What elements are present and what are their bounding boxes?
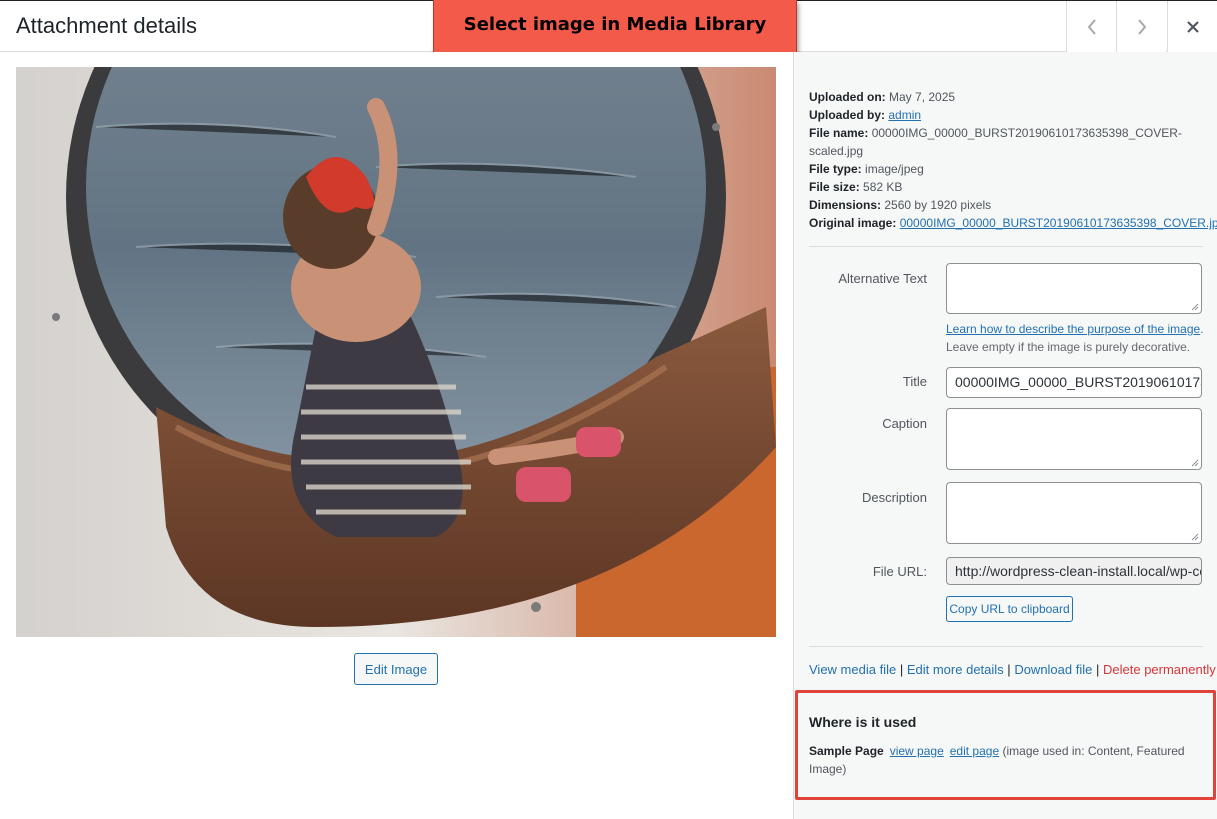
edit-more-details-link[interactable]: Edit more details bbox=[907, 662, 1004, 677]
callout-text: Select image in Media Library bbox=[463, 14, 767, 35]
actions-divider bbox=[809, 646, 1203, 647]
view-media-file-link[interactable]: View media file bbox=[809, 662, 896, 677]
alt-text-label: Alternative Text bbox=[838, 271, 927, 286]
file-type-row: File type: image/jpeg bbox=[809, 160, 1209, 178]
alt-text-help-link[interactable]: Learn how to describe the purpose of the… bbox=[946, 322, 1200, 336]
file-url-value: http://wordpress-clean-install.local/wp-… bbox=[955, 563, 1201, 579]
description-label: Description bbox=[861, 490, 927, 505]
close-icon bbox=[1186, 20, 1199, 33]
file-name-label: File name: bbox=[809, 126, 869, 140]
actions-separator: | bbox=[1095, 662, 1100, 677]
uploaded-on-row: Uploaded on: May 7, 2025 bbox=[809, 88, 1209, 106]
usage-page-name: Sample Page bbox=[809, 744, 884, 758]
file-size-value: 582 KB bbox=[863, 180, 903, 194]
download-file-link[interactable]: Download file bbox=[1014, 662, 1092, 677]
copy-url-button[interactable]: Copy URL to clipboard bbox=[946, 596, 1073, 622]
file-type-value: image/jpeg bbox=[865, 162, 924, 176]
uploaded-on-value: May 7, 2025 bbox=[889, 90, 956, 104]
page-title: Attachment details bbox=[16, 13, 197, 38]
attachment-actions: View media file | Edit more details | Do… bbox=[809, 662, 1216, 677]
title-label: Title bbox=[902, 374, 927, 389]
resize-handle-icon bbox=[1191, 533, 1199, 541]
chevron-right-icon bbox=[1137, 18, 1146, 35]
dimensions-value: 2560 by 1920 pixels bbox=[884, 198, 992, 212]
caption-field[interactable] bbox=[946, 408, 1202, 470]
usage-entry: Sample Page view page edit page (image use… bbox=[809, 742, 1204, 778]
dimensions-row: Dimensions: 2560 by 1920 pixels bbox=[809, 196, 1209, 214]
file-size-row: File size: 582 KB bbox=[809, 178, 1209, 196]
resize-handle-icon bbox=[1191, 459, 1199, 467]
attachment-details-sidebar: Uploaded on: May 7, 2025 Uploaded by: ad… bbox=[793, 52, 1217, 819]
uploaded-by-row: Uploaded by: admin bbox=[809, 106, 1209, 124]
title-field[interactable]: 00000IMG_00000_BURST20190610173635398_CO… bbox=[946, 367, 1202, 398]
image-preview-pane: Edit Image bbox=[0, 52, 793, 819]
uploaded-by-label: Uploaded by: bbox=[809, 108, 886, 122]
edit-page-link[interactable]: edit page bbox=[950, 744, 999, 758]
uploaded-on-label: Uploaded on: bbox=[809, 90, 886, 104]
dimensions-label: Dimensions: bbox=[809, 198, 882, 212]
description-field[interactable] bbox=[946, 482, 1202, 544]
chevron-left-icon bbox=[1087, 18, 1096, 35]
uploaded-by-link[interactable]: admin bbox=[888, 108, 921, 122]
alt-text-field[interactable] bbox=[946, 263, 1202, 314]
view-page-link[interactable]: view page bbox=[890, 744, 944, 758]
close-button[interactable] bbox=[1167, 1, 1217, 52]
caption-label: Caption bbox=[882, 416, 927, 431]
file-details: Uploaded on: May 7, 2025 Uploaded by: ad… bbox=[809, 88, 1217, 232]
where-used-heading: Where is it used bbox=[809, 714, 917, 730]
details-divider bbox=[809, 246, 1203, 247]
file-url-label: File URL: bbox=[872, 564, 927, 579]
original-image-row: Original image: 00000IMG_00000_BURST2019… bbox=[809, 214, 1217, 232]
original-image-label: Original image: bbox=[809, 216, 897, 230]
file-size-label: File size: bbox=[809, 180, 860, 194]
attachment-image bbox=[16, 67, 776, 637]
file-name-row: File name: 00000IMG_00000_BURST201906101… bbox=[809, 124, 1209, 160]
actions-separator: | bbox=[1007, 662, 1011, 677]
alt-text-help: Learn how to describe the purpose of the… bbox=[946, 320, 1208, 356]
original-image-link[interactable]: 00000IMG_00000_BURST20190610173635398_CO… bbox=[900, 216, 1217, 230]
edit-image-button[interactable]: Edit Image bbox=[354, 653, 438, 685]
delete-permanently-link[interactable]: Delete permanently bbox=[1103, 662, 1216, 677]
actions-separator: | bbox=[899, 662, 904, 677]
file-type-label: File type: bbox=[809, 162, 862, 176]
resize-handle-icon bbox=[1191, 303, 1199, 311]
next-button[interactable] bbox=[1116, 1, 1166, 52]
previous-button[interactable] bbox=[1066, 1, 1116, 52]
file-url-field[interactable]: http://wordpress-clean-install.local/wp-… bbox=[946, 557, 1202, 585]
title-value: 00000IMG_00000_BURST20190610173635398_CO… bbox=[955, 374, 1201, 390]
